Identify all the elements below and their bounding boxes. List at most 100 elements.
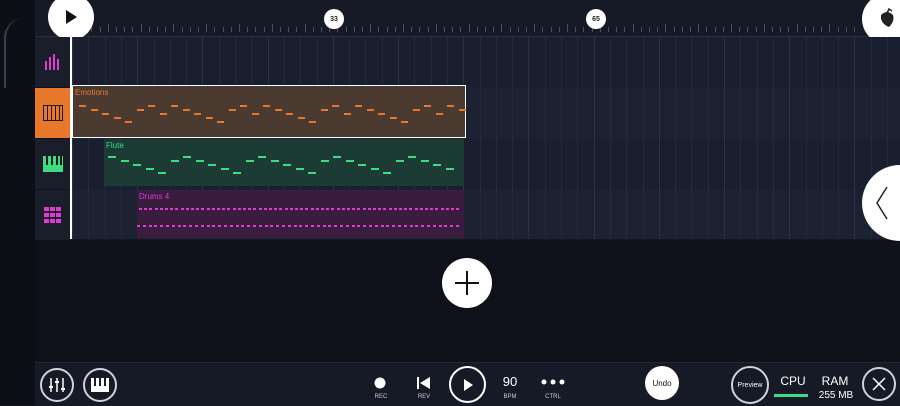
grid-line [561,37,562,239]
note [395,160,404,162]
note [363,225,367,227]
grid-line [104,37,106,239]
note [433,164,441,166]
note [133,164,141,166]
ruler-tick [501,24,503,32]
clip-emotions[interactable]: Emotions [72,85,466,138]
grid-line [544,37,546,239]
clip-drums[interactable]: Drums 4 [137,190,464,238]
note [229,225,233,227]
control-button[interactable] [541,376,565,388]
ruler-tick [394,27,396,32]
note [274,208,278,210]
note [328,225,332,227]
note [347,208,350,210]
note [142,225,146,227]
undo-button[interactable]: Undo [645,366,679,400]
ruler-tick [731,24,732,32]
grid-line [479,37,481,239]
note [251,113,259,115]
rev-label: REV [417,394,431,400]
note [352,208,356,210]
close-button[interactable] [862,367,896,401]
ruler-tick [263,27,265,32]
grid-line [120,37,122,239]
track-header-emotions[interactable] [35,88,70,139]
note [322,225,326,227]
ruler-tick [444,27,445,32]
note [113,117,121,119]
ruler-tick [132,27,134,32]
note [160,225,164,227]
chevron-left-icon [876,186,888,220]
grid-line [528,37,530,239]
add-track-button[interactable] [442,258,492,308]
ruler-tick [255,27,257,32]
preview-button[interactable]: Preview [731,366,769,404]
ruler-tick [353,27,355,32]
note [170,208,174,210]
rewind-button[interactable] [416,376,432,390]
ruler-tick [575,27,577,32]
mixer-button[interactable] [40,368,74,402]
grid-line [740,37,742,239]
grid-line [658,37,660,239]
track-lane[interactable] [72,37,900,88]
note [293,225,297,227]
note [357,225,361,227]
note [333,156,341,158]
note [432,225,436,227]
note [211,208,215,210]
note [386,225,390,227]
note [331,208,335,210]
note [430,208,434,210]
note [295,208,298,210]
piano-icon [91,378,109,392]
note [171,225,175,227]
grid-line [691,37,693,239]
track-header-mixer[interactable] [35,37,70,88]
transport-play-button[interactable] [449,366,486,403]
note [456,208,460,210]
note [343,113,351,115]
ruler-tick [558,27,560,32]
bar-marker-65[interactable]: 65 [586,9,606,29]
note [427,225,430,227]
note [108,156,116,158]
note [195,160,204,162]
grid-line [626,37,628,239]
note [235,225,239,227]
grid-line [756,37,758,239]
note [154,208,158,210]
track-header-flute[interactable] [35,139,70,190]
ruler-tick [189,27,191,32]
record-button[interactable] [373,376,387,390]
bpm-value[interactable]: 90 [495,374,525,389]
clip-flute[interactable]: Flute [104,139,464,186]
ruler-tick [837,27,839,32]
note [445,208,449,210]
ruler-tick [509,27,511,32]
playhead[interactable] [70,36,72,239]
note [435,113,443,115]
ruler-tick [362,27,363,32]
ruler-tick [345,27,347,32]
timeline-ruler[interactable] [35,0,900,37]
ruler-tick [665,24,667,32]
close-icon [872,377,886,391]
note [408,156,416,158]
note [270,160,279,162]
note [217,121,224,123]
note [139,208,142,210]
note [189,225,193,227]
ruler-tick [649,27,650,32]
note [409,208,413,210]
piano-roll-button[interactable] [83,368,117,402]
ruler-tick [763,24,765,32]
track-header-drums[interactable] [35,190,70,241]
bar-marker-33[interactable]: 33 [324,9,344,29]
note [388,208,392,210]
ruler-tick [165,27,167,32]
note [145,168,154,170]
ruler-tick [608,27,609,32]
